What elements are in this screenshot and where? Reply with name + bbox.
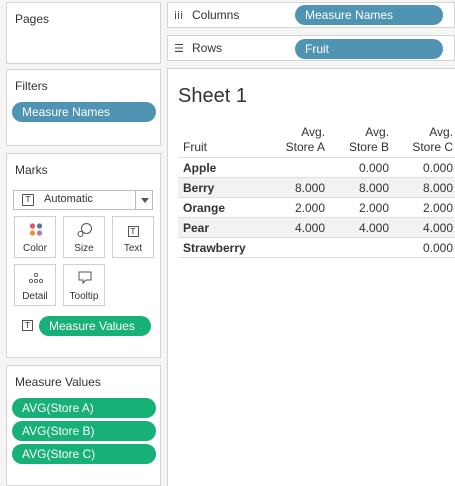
cell: 0.000 (393, 157, 455, 178)
table-row[interactable]: Orange 2.000 2.000 2.000 (178, 197, 455, 218)
chevron-down-icon[interactable] (141, 198, 149, 203)
sheet-title: Sheet 1 (178, 85, 247, 107)
cell: 8.000 (393, 177, 455, 198)
column-header-store-a[interactable]: Avg. Store A (265, 125, 329, 158)
text-button[interactable]: T Text (112, 216, 154, 258)
cell: 0.000 (329, 157, 393, 178)
text-mark-icon: T (22, 194, 34, 206)
row-header-fruit[interactable]: Fruit (178, 125, 265, 158)
columns-shelf-label: Columns (192, 8, 240, 22)
sheet-view: Sheet 1 Fruit Avg. Store A Avg. Store B Av… (167, 68, 455, 486)
filters-card: Filters Measure Names (6, 69, 161, 146)
text-icon: T (127, 226, 139, 237)
cell (265, 237, 329, 258)
table-row[interactable]: Pear 4.000 4.000 4.000 (178, 217, 455, 238)
color-button[interactable]: Color (14, 216, 56, 258)
mark-type-dropdown[interactable]: T Automatic (13, 190, 153, 210)
measure-values-title: Measure Values (15, 375, 101, 389)
rows-shelf: ☰ Rows Fruit (167, 35, 455, 61)
row-label: Strawberry (178, 237, 265, 258)
measure-values-card: Measure Values AVG(Store A) AVG(Store B)… (6, 365, 161, 486)
table-row[interactable]: Berry 8.000 8.000 8.000 (178, 177, 455, 198)
filter-pill-measure-names[interactable]: Measure Names (12, 102, 156, 122)
pages-card: Pages (6, 2, 161, 64)
table-row[interactable]: Apple 0.000 0.000 (178, 157, 455, 178)
column-header-store-c[interactable]: Avg. Store C (393, 125, 455, 158)
row-label: Pear (178, 217, 265, 238)
cell: 2.000 (265, 197, 329, 218)
color-icon (29, 223, 43, 236)
columns-shelf: iii Columns Measure Names (167, 2, 455, 28)
table-row[interactable]: Strawberry 0.000 (178, 237, 455, 258)
detail-button[interactable]: Detail (14, 264, 56, 306)
cell (329, 237, 393, 258)
cell: 8.000 (329, 177, 393, 198)
measure-pill-store-c[interactable]: AVG(Store C) (12, 444, 156, 464)
tooltip-button[interactable]: Tooltip (63, 264, 105, 306)
cell: 2.000 (329, 197, 393, 218)
header-row: Fruit Avg. Store A Avg. Store B Avg. Store … (178, 125, 455, 158)
pages-title: Pages (15, 12, 50, 26)
text-encoding-icon: T (22, 320, 33, 331)
size-button[interactable]: Size (63, 216, 105, 258)
cell: 4.000 (329, 217, 393, 238)
rows-pill-fruit[interactable]: Fruit (295, 39, 443, 59)
text-button-label: Text (123, 243, 143, 254)
measure-pill-store-a[interactable]: AVG(Store A) (12, 398, 156, 418)
row-label: Orange (178, 197, 265, 218)
marks-card: Marks T Automatic Color Size T Text Deta… (6, 153, 161, 358)
text-encoding-pill[interactable]: Measure Values (39, 316, 151, 336)
cell: 8.000 (265, 177, 329, 198)
cell: 0.000 (393, 237, 455, 258)
rows-icon: ☰ (174, 42, 184, 55)
detail-icon (28, 272, 44, 284)
mark-type-value: Automatic (44, 193, 93, 205)
row-label: Apple (178, 157, 265, 178)
measure-pill-store-b[interactable]: AVG(Store B) (12, 421, 156, 441)
cell (265, 157, 329, 178)
column-header-store-b[interactable]: Avg. Store B (329, 125, 393, 158)
tooltip-icon (78, 271, 92, 285)
columns-icon: iii (174, 9, 184, 22)
row-label: Berry (178, 177, 265, 198)
crosstab: Fruit Avg. Store A Avg. Store B Avg. Store … (178, 125, 455, 258)
size-button-label: Size (74, 243, 94, 254)
rows-shelf-label: Rows (192, 41, 223, 55)
cell: 4.000 (393, 217, 455, 238)
filters-title: Filters (15, 79, 48, 93)
columns-pill-measure-names[interactable]: Measure Names (295, 5, 443, 25)
color-button-label: Color (23, 243, 47, 254)
marks-title: Marks (15, 163, 48, 177)
cell: 4.000 (265, 217, 329, 238)
detail-button-label: Detail (22, 291, 48, 302)
tooltip-button-label: Tooltip (69, 291, 99, 302)
size-icon (77, 223, 92, 237)
cell: 2.000 (393, 197, 455, 218)
